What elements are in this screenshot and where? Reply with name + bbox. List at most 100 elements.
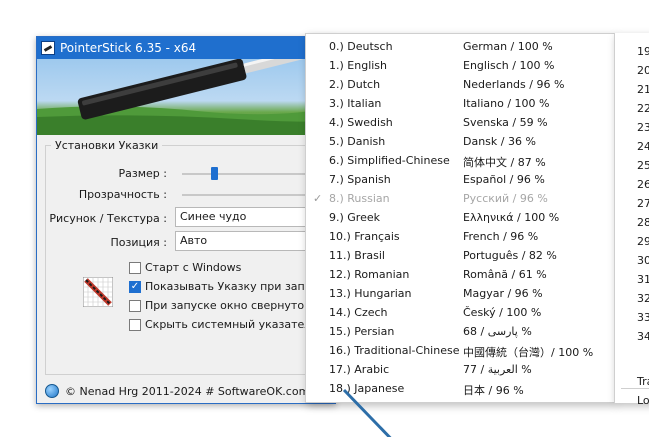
side-menu-item[interactable]: 25 <box>637 159 649 172</box>
language-menu-item[interactable]: 15.) Persian 68 / پارسی % <box>306 322 614 341</box>
check-icon: ✓ <box>313 192 323 205</box>
copyright-link[interactable]: © Nenad Hrg 2011-2024 # SoftwareOK.com <box>65 385 309 398</box>
language-native-name: Italiano / 100 % <box>463 97 550 110</box>
language-name: 13.) Hungarian <box>329 287 412 300</box>
language-name: 17.) Arabic <box>329 363 390 376</box>
globe-icon[interactable] <box>45 384 59 398</box>
language-menu-item[interactable]: 14.) Czech Český / 100 % <box>306 303 614 322</box>
side-menu-item[interactable]: 27 <box>637 197 649 210</box>
language-name: 12.) Romanian <box>329 268 410 281</box>
app-window: PointerStick 6.35 - x64 Установки Указки… <box>36 36 356 404</box>
checkbox-show-pointer-on-start[interactable]: ✓ Показывать Указку при запуске <box>129 280 331 293</box>
language-name: 15.) Persian <box>329 325 395 338</box>
side-menu-item[interactable]: 28 <box>637 216 649 229</box>
language-name: 11.) Brasil <box>329 249 385 262</box>
side-menu-item[interactable]: Tra <box>637 375 649 388</box>
position-label: Позиция : <box>110 236 167 249</box>
checkbox-start-with-windows[interactable]: Старт с Windows <box>129 261 241 274</box>
language-menu-item[interactable]: 12.) Romanian Română / 61 % <box>306 265 614 284</box>
language-name: 8.) Russian <box>329 192 390 205</box>
side-menu-item[interactable]: 20 <box>637 64 649 77</box>
language-name: 6.) Simplified-Chinese <box>329 154 450 167</box>
texture-label: Рисунок / Текстура : <box>49 212 167 225</box>
size-slider-thumb[interactable] <box>211 167 218 180</box>
language-native-name: 中國傳統（台灣）/ 100 % <box>463 346 594 359</box>
language-name: 9.) Greek <box>329 211 380 224</box>
language-native-name: 日本 / 96 % <box>463 384 524 397</box>
language-menu-item[interactable]: 5.) Danish Dansk / 36 % <box>306 132 614 151</box>
checkbox-box[interactable] <box>129 261 141 274</box>
language-menu-item[interactable]: 11.) Brasil Português / 82 % <box>306 246 614 265</box>
language-name: 1.) English <box>329 59 388 72</box>
side-menu-item[interactable]: Lo <box>637 394 649 407</box>
language-native-name: Český / 100 % <box>463 306 542 319</box>
language-name: 5.) Danish <box>329 135 386 148</box>
language-menu: 0.) Deutsch German / 100 % 1.) English Engl… <box>305 33 615 403</box>
language-menu-item[interactable]: 3.) Italian Italiano / 100 % <box>306 94 614 113</box>
side-menu-item[interactable]: 23 <box>637 121 649 134</box>
language-native-name: Русский / 96 % <box>463 192 548 205</box>
language-native-name: Svenska / 59 % <box>463 116 548 129</box>
language-menu-item: ✓ 8.) Russian Русский / 96 % <box>306 189 614 208</box>
language-native-name: Magyar / 96 % <box>463 287 543 300</box>
language-menu-item[interactable]: 7.) Spanish Español / 96 % <box>306 170 614 189</box>
language-menu-item[interactable]: 16.) Traditional-Chinese 中國傳統（台灣）/ 100 % <box>306 341 614 360</box>
window-title: PointerStick 6.35 - x64 <box>60 41 197 55</box>
language-menu-item[interactable]: 2.) Dutch Nederlands / 96 % <box>306 75 614 94</box>
language-native-name: French / 96 % <box>463 230 539 243</box>
language-menu-item[interactable]: 6.) Simplified-Chinese 简体中文 / 87 % <box>306 151 614 170</box>
pointerstick-app-icon <box>41 41 55 55</box>
language-name: 16.) Traditional-Chinese <box>329 344 460 357</box>
language-native-name: Englisch / 100 % <box>463 59 555 72</box>
menu-separator <box>621 388 649 389</box>
language-native-name: Português / 82 % <box>463 249 557 262</box>
language-native-name: Dansk / 36 % <box>463 135 536 148</box>
side-menu-item[interactable]: 31 <box>637 273 649 286</box>
language-menu-item[interactable]: 1.) English Englisch / 100 % <box>306 56 614 75</box>
side-menu-item[interactable]: 26 <box>637 178 649 191</box>
transparency-label: Прозрачность : <box>78 188 167 201</box>
language-menu-item[interactable]: 13.) Hungarian Magyar / 96 % <box>306 284 614 303</box>
side-menu-item[interactable]: 29 <box>637 235 649 248</box>
checkbox-box[interactable]: ✓ <box>129 280 141 293</box>
checkbox-box[interactable] <box>129 299 141 312</box>
footer: © Nenad Hrg 2011-2024 # SoftwareOK.com <box>37 379 335 403</box>
side-menu-item[interactable]: 21 <box>637 83 649 96</box>
language-name: 2.) Dutch <box>329 78 381 91</box>
pointer-stick-cursor <box>342 388 392 437</box>
language-native-name: Română / 61 % <box>463 268 547 281</box>
side-menu-item[interactable]: 19 <box>637 45 649 58</box>
side-menu-item[interactable]: 33 <box>637 311 649 324</box>
language-native-name: German / 100 % <box>463 40 553 53</box>
size-label: Размер : <box>118 167 167 180</box>
language-name: 4.) Swedish <box>329 116 393 129</box>
side-menu-item[interactable]: 32 <box>637 292 649 305</box>
preview-banner <box>37 59 335 135</box>
language-native-name: Español / 96 % <box>463 173 545 186</box>
language-menu-item[interactable]: 0.) Deutsch German / 100 % <box>306 37 614 56</box>
checkbox-label: Старт с Windows <box>145 261 242 274</box>
side-menu: 19 20 21 22 23 24 25 26 27 28 29 30 31 32 33 34 Tra Lo <box>614 33 649 407</box>
language-native-name: 77 / العربية % <box>463 363 532 376</box>
title-bar[interactable]: PointerStick 6.35 - x64 <box>37 37 335 59</box>
group-title: Установки Указки <box>51 139 163 152</box>
texture-preview-icon <box>83 277 113 307</box>
side-menu-item[interactable]: 34 <box>637 330 649 343</box>
language-name: 3.) Italian <box>329 97 382 110</box>
pointer-stick-image <box>37 59 335 135</box>
language-native-name: 68 / پارسی % <box>463 325 532 338</box>
checkbox-box[interactable] <box>129 318 141 331</box>
language-menu-item[interactable]: 17.) Arabic 77 / العربية % <box>306 360 614 379</box>
language-name: 0.) Deutsch <box>329 40 393 53</box>
screen: PointerStick 6.35 - x64 Установки Указки… <box>0 0 649 437</box>
side-menu-item[interactable]: 24 <box>637 140 649 153</box>
language-menu-item[interactable]: 10.) Français French / 96 % <box>306 227 614 246</box>
language-name: 10.) Français <box>329 230 400 243</box>
side-menu-item[interactable]: 22 <box>637 102 649 115</box>
language-menu-item[interactable]: 4.) Swedish Svenska / 59 % <box>306 113 614 132</box>
language-name: 14.) Czech <box>329 306 388 319</box>
side-menu-item[interactable]: 30 <box>637 254 649 267</box>
language-menu-item[interactable]: 9.) Greek Ελληνικά / 100 % <box>306 208 614 227</box>
checkbox-label: Показывать Указку при запуске <box>145 280 331 293</box>
language-name: 7.) Spanish <box>329 173 391 186</box>
